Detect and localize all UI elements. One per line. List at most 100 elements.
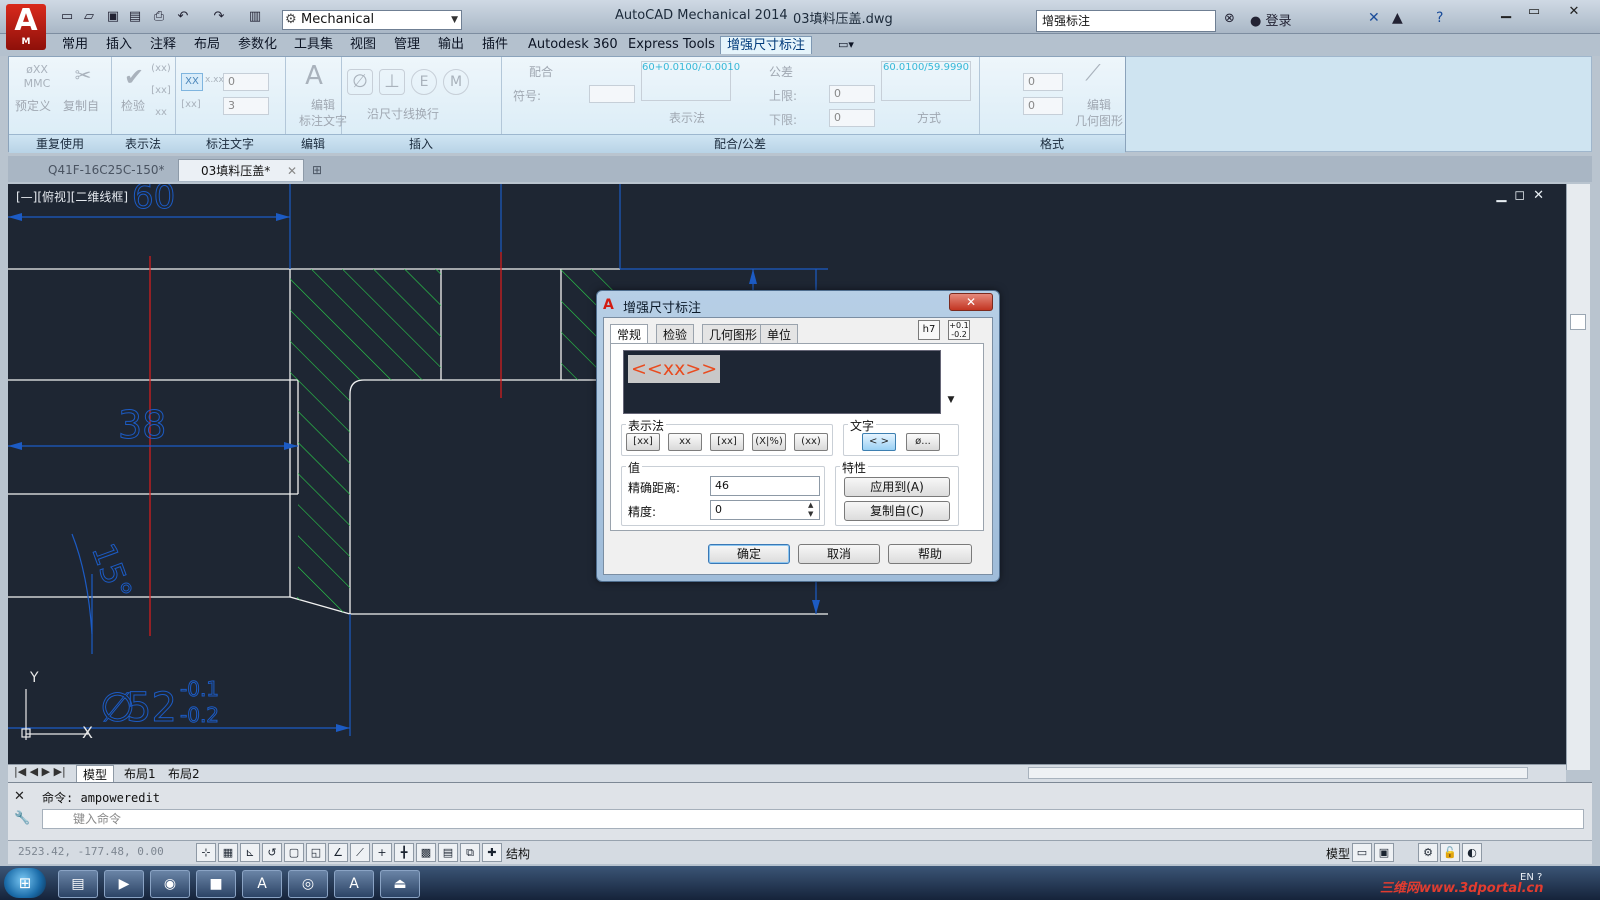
application-menu-button[interactable]: AM <box>6 4 46 50</box>
viewport-controls[interactable]: [—][俯视][二维线框] <box>16 188 128 205</box>
along-line-label[interactable]: 沿尺寸线换行 <box>367 105 439 122</box>
text-box-icon[interactable]: [xx] <box>181 99 201 110</box>
panel-dim-text[interactable]: 标注文字 <box>175 134 285 153</box>
fit-label[interactable]: 配合 <box>529 63 553 80</box>
structure-button[interactable]: 结构 <box>506 845 530 862</box>
display-reference-button[interactable]: (xx) <box>794 433 828 451</box>
display-inspect-button[interactable]: [xx] <box>710 433 744 451</box>
snap-toggle[interactable]: ⊾ <box>240 843 260 862</box>
edit-text-icon[interactable]: A <box>297 61 331 91</box>
text-measured-button[interactable]: < > <box>862 433 896 451</box>
format-input-b[interactable]: 0 <box>1023 97 1063 115</box>
otrack-toggle[interactable]: ∠ <box>328 843 348 862</box>
scrollbar-thumb[interactable] <box>1570 314 1586 330</box>
app-icon[interactable]: ■ <box>196 870 236 898</box>
diameter-icon[interactable]: ∅ <box>347 69 373 95</box>
autodesk-360-icon[interactable]: ▲ <box>1392 10 1403 26</box>
lower-input[interactable]: 0 <box>829 109 875 127</box>
layout-tab-1[interactable]: 布局1 <box>118 765 162 782</box>
ducs-toggle[interactable]: ⟋ <box>350 843 370 862</box>
tab-autodesk-360[interactable]: Autodesk 360 <box>522 36 624 54</box>
format-box-icon[interactable]: [xx] <box>151 85 171 96</box>
help-icon[interactable]: ? <box>1436 10 1443 26</box>
close-cmd-icon[interactable]: ✕ <box>14 789 25 804</box>
format-plain-icon[interactable]: xx <box>151 107 171 118</box>
fit-preview[interactable]: 60+0.0100/-0.0010 <box>641 61 740 101</box>
osnap-toggle[interactable]: ▢ <box>284 843 304 862</box>
panel-fit-tolerance[interactable]: 配合/公差 <box>501 134 979 153</box>
cancel-button[interactable]: 取消 <box>798 544 880 564</box>
exact-distance-input[interactable]: 46 <box>710 476 820 496</box>
precision-input[interactable]: 0 <box>710 500 820 520</box>
format-xx-icon[interactable]: (xx) <box>151 63 171 74</box>
dimension-text-value[interactable]: <<xx>> <box>628 355 721 383</box>
ok-button[interactable]: 确定 <box>708 544 790 564</box>
save-icon[interactable]: ▣ <box>104 9 122 25</box>
display-plain-button[interactable]: xx <box>668 433 702 451</box>
transparency-toggle[interactable]: ▩ <box>416 843 436 862</box>
panel-reuse[interactable]: 重复使用 <box>9 134 111 153</box>
copy-from-icon[interactable]: ✂ <box>63 63 103 87</box>
display-basic-button[interactable]: [xx] <box>626 433 660 451</box>
horizontal-scrollbar[interactable] <box>1028 767 1528 779</box>
tolerance-label[interactable]: 公差 <box>769 63 793 80</box>
predefine-icon[interactable]: øXX MMC <box>17 63 57 91</box>
panel-display[interactable]: 表示法 <box>111 134 175 153</box>
tolerance-button[interactable]: +0.1 -0.2 <box>948 320 970 340</box>
doc-tab-q41f[interactable]: Q41F-16C25C-150* <box>26 159 174 181</box>
search-input[interactable]: 增强标注 <box>1036 10 1216 32</box>
new-file-icon[interactable]: ▭ <box>58 9 76 25</box>
check-icon[interactable]: ✔ <box>117 63 151 91</box>
upper-input[interactable]: 0 <box>829 85 875 103</box>
3dosnap-toggle[interactable]: ◱ <box>306 843 326 862</box>
print-icon[interactable]: ⎙ <box>150 9 168 25</box>
lineweight-toggle[interactable]: ╋ <box>394 843 414 862</box>
workspace-select[interactable]: ⚙ Mechanical ▼ <box>282 10 462 30</box>
doc-tab-current[interactable]: 03填料压盖* ✕ <box>178 159 304 181</box>
hardware-accel-icon[interactable]: ◐ <box>1462 843 1482 862</box>
tab-units[interactable]: 单位 <box>760 324 799 344</box>
tolerance-preview[interactable]: 60.0100/59.9990 <box>881 61 971 101</box>
save-as-icon[interactable]: ▤ <box>126 9 144 25</box>
dyn-toggle[interactable]: + <box>372 843 392 862</box>
qq-icon[interactable]: ◎ <box>288 870 328 898</box>
help-tray-icon[interactable]: ? <box>1537 872 1542 883</box>
polar-toggle[interactable]: ↺ <box>262 843 282 862</box>
viewport-window-controls[interactable]: ▁◻✕ <box>1496 188 1552 203</box>
minimize-button[interactable]: ▁ <box>1492 2 1520 22</box>
acrobat-icon[interactable]: ⏏ <box>380 870 420 898</box>
layout-tab-2[interactable]: 布局2 <box>162 765 206 782</box>
text-symbol-button[interactable]: ø... <box>906 433 940 451</box>
precision-input-b[interactable]: 3 <box>223 97 269 115</box>
precision-input-a[interactable]: 0 <box>223 73 269 91</box>
apply-to-button[interactable]: 应用到(A) <box>844 477 950 497</box>
pdf-editor-icon[interactable]: A <box>334 870 374 898</box>
tab-toolsets[interactable]: 工具集 <box>288 36 339 54</box>
wrench-icon[interactable]: 🔧 <box>14 811 30 826</box>
tab-home[interactable]: 常用 <box>56 36 94 54</box>
tab-insert[interactable]: 插入 <box>100 36 138 54</box>
tab-output[interactable]: 输出 <box>432 36 470 54</box>
tab-manage[interactable]: 管理 <box>388 36 426 54</box>
new-tab-icon[interactable]: ⊞ <box>306 159 328 181</box>
close-tab-icon[interactable]: ✕ <box>287 160 297 182</box>
tab-annotate[interactable]: 注释 <box>144 36 182 54</box>
explorer-icon[interactable]: ▤ <box>58 870 98 898</box>
media-player-icon[interactable]: ▶ <box>104 870 144 898</box>
tab-view[interactable]: 视图 <box>344 36 382 54</box>
panel-format[interactable]: 格式 <box>979 134 1125 153</box>
ribbon-options-icon[interactable]: ▭▾ <box>832 36 860 54</box>
command-input[interactable]: 键入命令 <box>42 809 1584 829</box>
dialog-close-button[interactable]: ✕ <box>949 293 993 311</box>
quick-view-layouts-icon[interactable]: ▭ <box>1352 843 1372 862</box>
display-rate-button[interactable]: (X|%) <box>752 433 786 451</box>
lock-icon[interactable]: 🔓 <box>1440 843 1460 862</box>
tab-express-tools[interactable]: Express Tools <box>622 36 721 54</box>
tab-plugins[interactable]: 插件 <box>476 36 514 54</box>
spinner-icon[interactable]: ▲ ▼ <box>808 501 813 519</box>
symbol-select[interactable] <box>589 85 635 103</box>
vertical-scrollbar[interactable] <box>1566 184 1590 770</box>
system-tray[interactable]: EN ? <box>1520 872 1542 883</box>
tab-layout[interactable]: 布局 <box>188 36 226 54</box>
tab-general[interactable]: 常规 <box>610 324 649 345</box>
